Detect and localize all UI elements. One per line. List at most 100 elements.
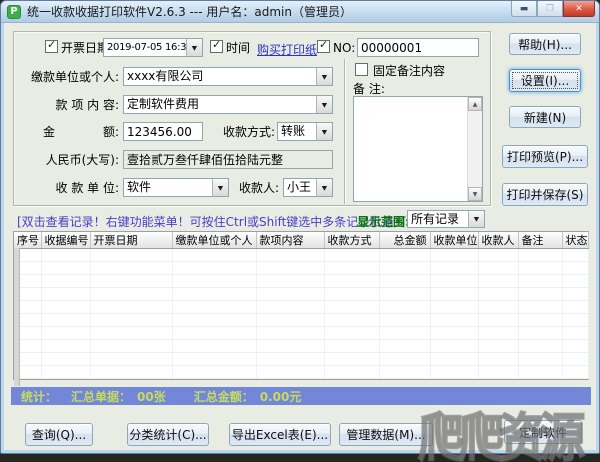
table-row[interactable] <box>14 339 589 353</box>
table-cell <box>379 352 431 366</box>
stats-amount-label: 汇总金额： <box>193 389 254 404</box>
no-input[interactable] <box>357 38 479 57</box>
payer-dropdown-button[interactable]: ▼ <box>316 68 332 85</box>
table-row[interactable] <box>14 352 589 366</box>
close-button[interactable]: ✕ <box>563 1 595 17</box>
invoice-date-dropdown-button[interactable]: ▼ <box>186 39 202 56</box>
chevron-down-icon: ▼ <box>321 127 328 136</box>
table-row[interactable] <box>14 248 589 262</box>
invoice-date-checkbox[interactable]: ✓ <box>45 38 58 53</box>
column-header[interactable]: 收款方式 <box>324 232 380 249</box>
table-cell <box>90 326 173 340</box>
no-checkbox[interactable]: ✓ <box>317 38 330 53</box>
table-cell <box>324 326 380 340</box>
table-row[interactable] <box>14 300 589 314</box>
table-body <box>14 248 589 379</box>
category-stats-button[interactable]: 分类统计(C)... <box>127 423 209 446</box>
table-cell <box>172 365 257 379</box>
table-cell <box>430 352 479 366</box>
column-header[interactable]: 收款单位 <box>430 232 479 249</box>
table-row[interactable] <box>14 274 589 288</box>
stats-prefix: 统计： <box>21 389 58 404</box>
scroll-down-icon[interactable]: ▼ <box>468 187 482 201</box>
table-cell <box>518 261 563 275</box>
display-range-dropdown-button[interactable]: ▼ <box>468 211 484 227</box>
remark-scrollbar[interactable]: ▲ ▼ <box>467 97 482 201</box>
column-header[interactable]: 开票日期 <box>90 232 173 249</box>
item-dropdown-button[interactable]: ▼ <box>316 96 332 113</box>
table-cell <box>172 339 257 353</box>
table-cell <box>379 313 431 327</box>
table-cell <box>172 313 257 327</box>
fixed-remark-checkbox[interactable] <box>355 63 368 76</box>
column-header[interactable]: 总金额 <box>379 232 431 249</box>
title-bar[interactable]: P 统一收款收据打印软件V2.6.3 --- 用户名：admin（管理员） ▬ … <box>1 1 599 23</box>
payee-unit-label: 收 款 单 位: <box>55 181 120 195</box>
remark-textarea[interactable]: ▲ ▼ <box>353 96 483 202</box>
chevron-down-icon: ▼ <box>321 183 328 192</box>
column-header[interactable]: 收款人 <box>478 232 519 249</box>
chevron-down-icon: ▼ <box>321 72 328 81</box>
table-cell <box>256 339 325 353</box>
payee-combo[interactable]: 小王 ▼ <box>283 178 333 197</box>
item-combo[interactable]: 定制软件费用 ▼ <box>123 95 333 114</box>
table-row[interactable] <box>14 261 589 275</box>
table-cell <box>379 365 431 379</box>
table-cell <box>256 365 325 379</box>
table-cell <box>90 274 173 288</box>
print-save-button[interactable]: 打印并保存(S) <box>502 183 588 206</box>
invoice-date-combo[interactable]: 2019-07-05 16:39:48 ▼ <box>103 38 203 57</box>
table-row[interactable] <box>14 313 589 327</box>
settings-button[interactable]: 设置(I)... <box>509 69 581 92</box>
table-cell <box>324 300 380 314</box>
table-row[interactable] <box>14 287 589 301</box>
fixed-remark-label: 固定备注内容 <box>373 64 446 78</box>
payee-unit-dropdown-button[interactable]: ▼ <box>212 179 228 196</box>
column-header[interactable]: 缴款单位或个人 <box>172 232 257 249</box>
buy-paper-link[interactable]: 购买打印纸 <box>257 41 317 58</box>
table-cell <box>379 261 431 275</box>
table-cell <box>324 339 380 353</box>
table-cell <box>324 248 380 262</box>
payer-value: xxxx有限公司 <box>127 69 204 83</box>
minimize-icon: ▬ <box>519 3 529 14</box>
table-row[interactable] <box>14 326 589 340</box>
groupbox-divider <box>344 59 346 204</box>
maximize-button[interactable]: ❐ <box>537 1 563 17</box>
payee-value: 小王 <box>287 180 312 194</box>
minimize-button[interactable]: ▬ <box>511 1 537 17</box>
table-cell <box>430 300 479 314</box>
display-range-combo[interactable]: 所有记录 ▼ <box>407 210 485 228</box>
query-button[interactable]: 查询(Q)... <box>25 423 93 446</box>
table-cell <box>379 326 431 340</box>
table-cell <box>172 352 257 366</box>
help-button[interactable]: 帮助(H)... <box>509 33 581 55</box>
table-cell <box>478 365 519 379</box>
table-cell <box>430 326 479 340</box>
export-excel-button[interactable]: 导出Excel表(E)... <box>229 423 331 446</box>
new-button[interactable]: 新建(N) <box>509 106 581 128</box>
column-header[interactable]: 收据编号 <box>41 232 91 249</box>
amount-input[interactable] <box>123 122 203 141</box>
table-cell <box>518 300 563 314</box>
scroll-up-icon[interactable]: ▲ <box>468 97 482 111</box>
column-header[interactable]: 状态 <box>562 232 589 249</box>
records-table[interactable]: 序号 收据编号 开票日期 缴款单位或个人 款项内容 收款方式 总金额 收款单位 … <box>13 231 589 380</box>
table-row[interactable] <box>14 365 589 379</box>
table-cell <box>41 365 91 379</box>
stats-count-label: 汇总单据： <box>71 389 132 404</box>
time-checkbox[interactable]: ✓ <box>210 38 223 53</box>
table-cell <box>324 274 380 288</box>
payer-combo[interactable]: xxxx有限公司 ▼ <box>123 67 333 86</box>
table-cell <box>172 300 257 314</box>
print-preview-button[interactable]: 打印预览(P)... <box>502 145 588 168</box>
payee-dropdown-button[interactable]: ▼ <box>316 179 332 196</box>
table-cell <box>518 365 563 379</box>
display-range-value: 所有记录 <box>411 212 460 226</box>
method-combo[interactable]: 转账 ▼ <box>277 122 333 141</box>
column-header[interactable]: 序号 <box>14 232 42 249</box>
payee-unit-combo[interactable]: 软件 ▼ <box>123 178 229 197</box>
method-dropdown-button[interactable]: ▼ <box>316 123 332 140</box>
column-header[interactable]: 备注 <box>518 232 563 249</box>
column-header[interactable]: 款项内容 <box>256 232 325 249</box>
